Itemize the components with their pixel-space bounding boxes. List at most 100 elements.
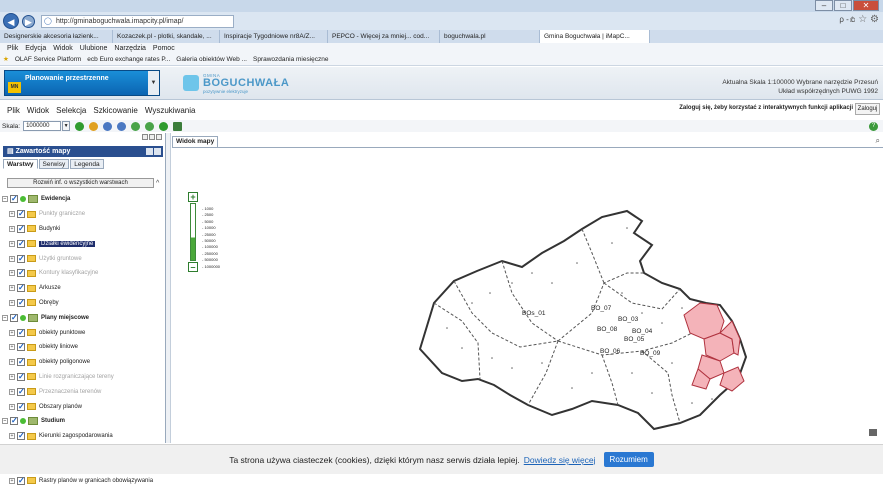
expand-icon[interactable]: + [9,388,15,395]
forward-arrow-icon[interactable]: ▶ [22,14,35,28]
browser-tab[interactable]: Designerskie akcesoria łazienk... [0,30,113,43]
expand-icon[interactable]: − [2,196,8,203]
browser-tab[interactable]: boguchwala.pl [440,30,540,43]
expand-icon[interactable]: − [2,418,8,425]
layer-checkbox[interactable] [17,209,25,219]
layer-checkbox[interactable] [10,416,18,426]
layer-checkbox[interactable] [17,239,25,248]
layer-label[interactable]: Obręby [39,300,59,306]
layer-checkbox[interactable] [17,402,25,411]
zoom-bar[interactable] [190,203,196,261]
panel-max-icon[interactable] [149,134,155,140]
map-canvas[interactable]: BOs_01 BO_07 BO_08 BO_06 BO_03 BO_04BO_05 BO_0… [172,133,883,443]
home-star-gear-icons[interactable]: ⌂ ☆ ⚙ [849,14,879,25]
layer-label[interactable]: Plany miejscowe [41,315,89,321]
zoom-minus-button[interactable]: – [188,262,198,272]
login-button[interactable]: Zaloguj [855,103,880,115]
expand-info-button[interactable]: Rozwiń inf. o wszystkich warstwach [7,178,154,188]
expand-icon[interactable]: + [9,344,15,351]
expand-icon[interactable]: − [2,314,8,321]
layer-label[interactable]: Linie rozgraniczające tereny [39,374,114,380]
layer-item[interactable]: + Punkty graniczne [2,207,160,222]
layer-item[interactable]: + Obręby [2,296,160,311]
layer-group[interactable]: − Studium [2,414,160,429]
expand-icon[interactable]: + [9,403,15,410]
panel-tab[interactable]: Serwisy [38,159,70,169]
layer-item[interactable]: + obiekty punktowe [2,325,160,340]
maximize-icon[interactable]: □ [834,0,852,11]
layer-checkbox[interactable] [17,328,25,337]
zoom-in-icon[interactable] [103,121,113,131]
panel-tab[interactable]: Warstwy [3,159,38,169]
browser-menu-item[interactable]: Edycja [25,43,46,54]
layer-checkbox[interactable] [17,224,25,233]
expand-icon[interactable]: + [9,359,15,366]
next-view-icon[interactable] [145,121,155,131]
browser-tab[interactable]: Gmina Boguchwała | iMapC... [540,30,650,43]
cookie-accept-button[interactable]: Rozumiem [603,452,654,467]
browser-menu-item[interactable]: Ulubione [80,43,108,54]
layer-checkbox[interactable] [10,194,18,204]
expand-icon[interactable]: + [9,285,15,292]
panel-restore-icon[interactable] [142,134,148,140]
app-menu-item[interactable]: Plik [7,106,20,115]
layer-checkbox[interactable] [17,298,25,307]
layer-label[interactable]: Kontury klasyfikacyjne [39,270,98,276]
expand-icon[interactable]: + [9,477,15,484]
layer-label[interactable]: Budynki [39,226,60,232]
pan-hand-icon[interactable] [89,121,99,131]
expand-icon[interactable]: + [9,225,15,232]
layer-label[interactable]: Arkusze [39,285,61,291]
address-bar[interactable]: http://gminaboguchwala.imapcity.pl/imap/ [41,14,234,28]
browser-tab[interactable]: Kozaczek.pl - plotki, skandale, ... [113,30,220,43]
expand-icon[interactable]: + [9,329,15,336]
zoom-slider[interactable]: + – [188,192,200,274]
scale-dropdown-icon[interactable]: ▼ [62,121,71,131]
favorite-link[interactable]: Galeria obiektów Web ... [176,54,247,65]
layer-item[interactable]: + obiekty liniowe [2,340,160,355]
panel-tab[interactable]: Legenda [70,159,104,169]
refresh-icon[interactable] [75,121,85,131]
panel-collapse-icon[interactable] [154,148,161,155]
layer-item[interactable]: + Działki ewidencyjne [2,236,160,251]
layer-label[interactable]: Punkty graniczne [39,211,85,217]
expand-icon[interactable]: + [9,211,15,218]
layer-item[interactable]: + Rastry planów w granicach obowiązywania [2,473,160,488]
layer-checkbox[interactable] [17,372,25,381]
panel-splitter[interactable] [166,133,171,443]
favorite-link[interactable]: ecb Euro exchange rates P... [87,54,170,65]
zoom-out-icon[interactable] [117,121,127,131]
layer-checkbox[interactable] [17,476,25,485]
expand-icon[interactable]: + [9,240,15,247]
layer-group[interactable]: − Plany miejscowe [2,310,160,325]
layer-checkbox[interactable] [17,268,25,278]
layer-item[interactable]: + Kierunki zagospodarowania [2,429,160,444]
browser-menu-item[interactable]: Narzędzia [114,43,146,54]
prev-view-icon[interactable] [131,121,141,131]
map-view[interactable]: Widok mapy ⌕ BOs_01 BO_07 BO_08 BO_06 BO… [172,133,883,443]
help-icon[interactable]: ? [869,121,878,131]
panel-close-icon[interactable] [156,134,162,140]
layer-checkbox[interactable] [17,254,25,263]
map-overview-icon[interactable] [869,429,877,436]
layer-item[interactable]: + Kontury klasyfikacyjne [2,266,160,281]
expand-icon[interactable]: + [9,299,15,306]
layer-group[interactable]: − Ewidencja [2,192,160,207]
layer-item[interactable]: + Przeznaczenia terenów [2,384,160,399]
back-arrow-icon[interactable]: ◀ [3,13,19,29]
favorite-link[interactable]: OLAF Service Platform [15,54,81,65]
layer-checkbox[interactable] [10,313,18,322]
scale-input[interactable]: 1000000 [23,121,62,131]
layer-label[interactable]: Działki ewidencyjne [39,240,96,247]
app-menu-item[interactable]: Wyszukiwania [145,106,196,115]
layer-item[interactable]: + obiekty poligonowe [2,355,160,370]
favorites-star-icon[interactable]: ★ [3,54,9,65]
layer-label[interactable]: Obszary planów [39,404,82,410]
app-menu-item[interactable]: Selekcja [56,106,86,115]
close-icon[interactable]: ✕ [853,0,879,11]
expand-icon[interactable]: + [9,255,15,262]
layer-label[interactable]: Rastry planów w granicach obowiązywania [39,478,153,484]
minimize-icon[interactable]: – [815,0,833,11]
layer-item[interactable]: + Linie rozgraniczające tereny [2,370,160,385]
panel-help-icon[interactable] [146,148,153,155]
